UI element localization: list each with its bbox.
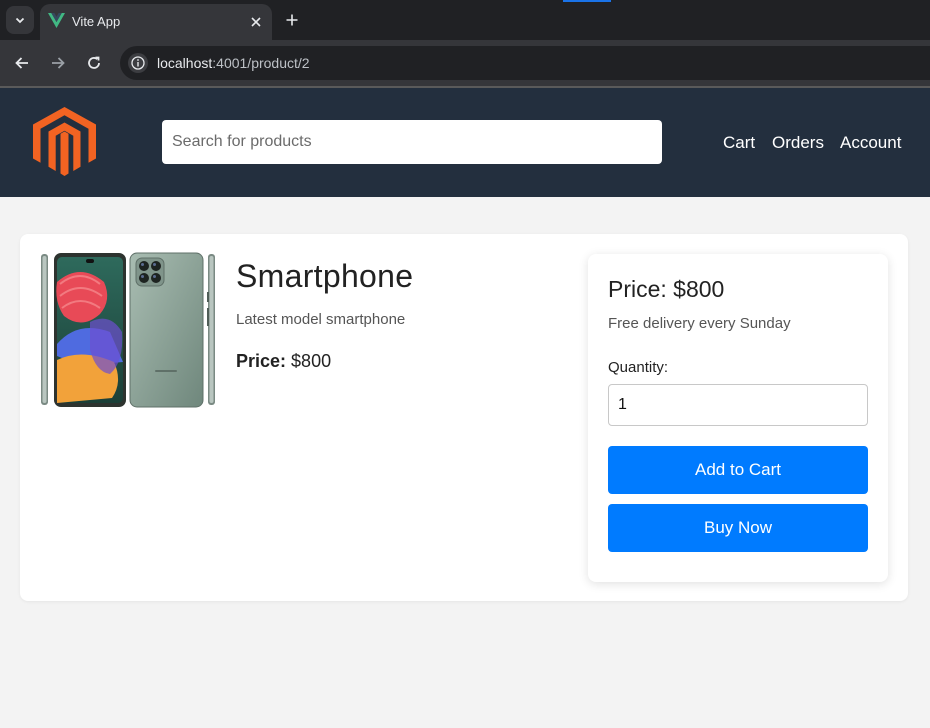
browser-toolbar: localhost:4001/product/2	[0, 40, 930, 86]
add-to-cart-button[interactable]: Add to Cart	[608, 446, 868, 494]
price-label: Price:	[236, 351, 287, 371]
chevron-down-icon	[15, 17, 25, 24]
buy-now-button[interactable]: Buy Now	[608, 504, 868, 552]
tab-close-button[interactable]	[246, 12, 266, 32]
quantity-input[interactable]	[608, 384, 868, 426]
browser-tab[interactable]: Vite App	[40, 4, 272, 40]
tab-search-button[interactable]	[6, 6, 34, 34]
purchase-box: Price: $800 Free delivery every Sunday Q…	[588, 254, 888, 582]
url-path: :4001/product/2	[212, 55, 310, 71]
purchase-price: Price: $800	[608, 276, 725, 302]
back-button[interactable]	[10, 51, 34, 75]
delivery-info: Free delivery every Sunday	[608, 315, 791, 332]
product-card: Smartphone Latest model smartphone Price…	[20, 234, 908, 601]
tab-title: Vite App	[72, 14, 121, 29]
browser-tabstrip: Vite App	[0, 0, 930, 40]
magento-logo-icon[interactable]	[33, 107, 96, 176]
reload-button[interactable]	[82, 51, 106, 75]
info-icon[interactable]	[128, 53, 148, 73]
reload-icon	[88, 56, 100, 69]
nav-link-orders[interactable]: Orders	[772, 133, 824, 153]
price-value: $800	[291, 351, 332, 371]
url-text: localhost:4001/product/2	[157, 55, 310, 71]
forward-button[interactable]	[46, 51, 70, 75]
site-header: Cart Orders Account	[0, 88, 930, 197]
arrow-left-icon	[15, 57, 28, 69]
nav-link-account[interactable]: Account	[840, 133, 901, 153]
product-description: Latest model smartphone	[236, 311, 406, 328]
smartphone-image	[41, 252, 215, 408]
plus-icon	[286, 14, 298, 26]
address-bar[interactable]: localhost:4001/product/2	[120, 46, 930, 80]
search-input[interactable]	[162, 120, 662, 164]
arrow-right-icon	[52, 57, 65, 69]
tab-accent-line	[563, 0, 611, 2]
product-price: Price: $800	[236, 351, 331, 372]
quantity-label: Quantity:	[608, 359, 669, 376]
new-tab-button[interactable]	[280, 8, 304, 32]
url-host: localhost	[157, 55, 213, 71]
nav-link-cart[interactable]: Cart	[723, 133, 755, 153]
close-icon	[251, 17, 261, 27]
info-circle-glyph	[131, 56, 145, 70]
product-title: Smartphone	[236, 258, 414, 294]
vue-icon	[48, 13, 65, 28]
